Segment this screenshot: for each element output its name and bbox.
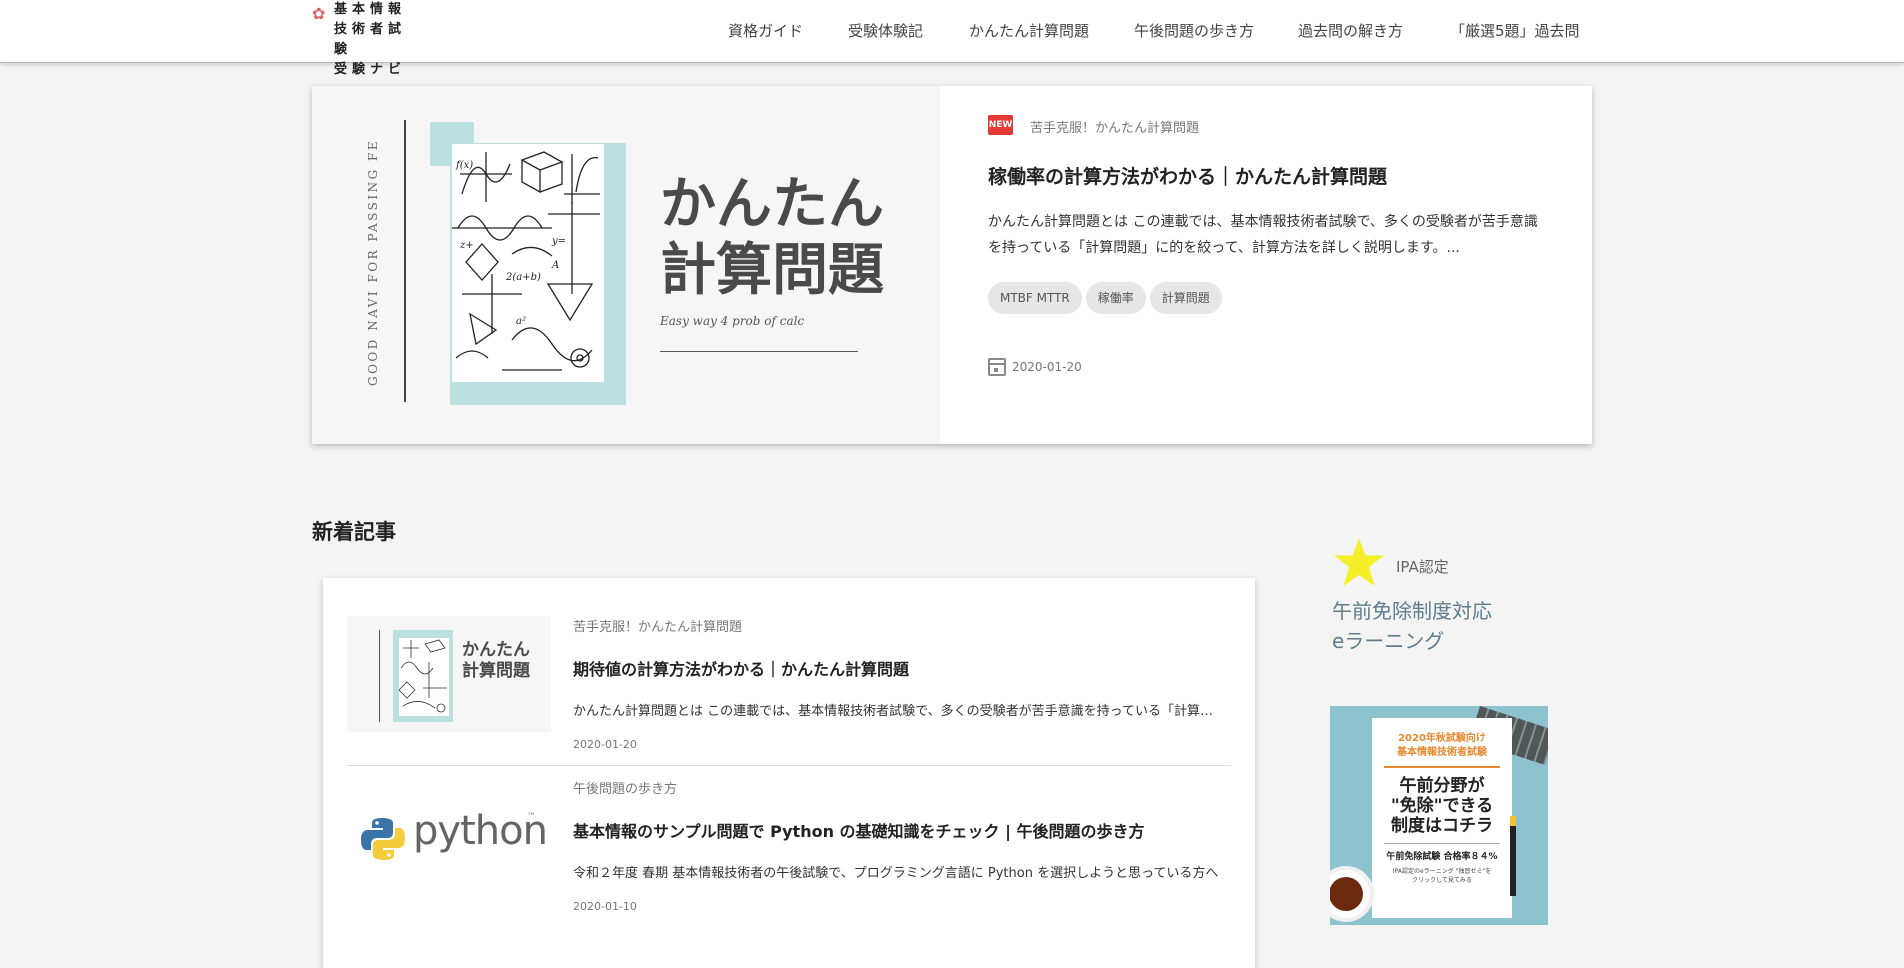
calendar-icon [988, 358, 1006, 376]
nav-item-experience[interactable]: 受験体験記 [848, 20, 923, 41]
svg-text:A: A [551, 260, 559, 271]
list-item[interactable]: python ™ 午後問題の歩き方 基本情報のサンプル問題で Python の基… [347, 778, 1231, 928]
math-sketch-image: f(x) y= 2(a+b) z+ a² A [452, 144, 604, 382]
nav-item-past-exams[interactable]: 過去問の解き方 [1298, 20, 1403, 41]
math-sketch-image [399, 638, 449, 716]
site-logo[interactable]: ✿ 基本情報 技術者試験 受験ナビ [312, 0, 422, 77]
nav-item-selected5[interactable]: 「厳選5題」過去問 [1450, 20, 1580, 41]
sidebar-heading: 午前免除制度対応 eラーニング [1332, 599, 1492, 653]
featured-tags: MTBF MTTR 稼働率 計算問題 [988, 282, 1222, 314]
python-logo-icon [361, 818, 405, 860]
ad-cta-text: IPA認定のeラーニング "独習ゼミ"を クリックして見てみる [1392, 868, 1492, 884]
thumbnail-divider [379, 630, 380, 722]
ad-pass-rate: 午前免除試験 合格率８４% [1386, 852, 1498, 862]
trademark-symbol: ™ [527, 812, 536, 822]
nav-item-calc[interactable]: かんたん計算問題 [969, 20, 1089, 41]
svg-text:y=: y= [551, 236, 566, 247]
nav-item-afternoon[interactable]: 午後問題の歩き方 [1134, 20, 1254, 41]
article-title[interactable]: 基本情報のサンプル問題で Python の基礎知識をチェック | 午後問題の歩き… [573, 818, 1145, 842]
article-date: 2020-01-20 [573, 738, 637, 751]
tag-calc-problems[interactable]: 計算問題 [1149, 282, 1222, 314]
ad-paper: 2020年秋試験向け 基本情報技術者試験 午前分野が "免除"できる 制度はコチ… [1372, 718, 1512, 918]
ipa-certified-label: IPA認定 [1396, 558, 1449, 576]
article-excerpt: かんたん計算問題とは この連載では、基本情報技術者試験で、多くの受験者が苦手意識… [573, 704, 1223, 719]
article-category[interactable]: 午後問題の歩き方 [573, 778, 677, 797]
thumbnail-rule [660, 351, 858, 352]
site-header: ✿ 基本情報 技術者試験 受験ナビ 資格ガイド 受験体験記 かんたん計算問題 午… [0, 0, 1904, 77]
ad-rule [1384, 766, 1500, 768]
ad-headline: 午前分野が "免除"できる 制度はコチラ [1390, 776, 1494, 836]
coffee-cup-image [1330, 866, 1374, 922]
ad-top-text: 2020年秋試験向け 基本情報技術者試験 [1397, 733, 1487, 758]
featured-thumbnail[interactable]: GOOD NAVI FOR PASSING FE f(x) y= 2(a+b) … [312, 86, 940, 444]
nav-item-guide[interactable]: 資格ガイド [728, 20, 803, 41]
svg-text:z+: z+ [459, 240, 474, 251]
article-category[interactable]: 苦手克服！かんたん計算問題 [573, 616, 742, 635]
thumbnail-title: かんたん 計算問題 [660, 172, 884, 303]
thumbnail-divider [404, 120, 406, 402]
article-thumbnail[interactable]: python ™ [347, 778, 551, 894]
sakura-icon: ✿ [312, 4, 326, 23]
svg-text:f(x): f(x) [455, 160, 473, 171]
tag-availability[interactable]: 稼働率 [1085, 282, 1146, 314]
article-title[interactable]: 期待値の計算方法がわかる｜かんたん計算問題 [573, 656, 909, 680]
star-icon [1334, 538, 1384, 586]
featured-excerpt: かんたん計算問題とは この連載では、基本情報技術者試験で、多くの受験者が苦手意識… [988, 214, 1538, 256]
ad-rule [1384, 843, 1500, 844]
featured-category[interactable]: 苦手克服！かんたん計算問題 [1030, 117, 1199, 136]
featured-title[interactable]: 稼働率の計算方法がわかる｜かんたん計算問題 [988, 162, 1387, 189]
svg-text:2(a+b): 2(a+b) [505, 272, 541, 283]
list-item[interactable]: かんたん 計算問題 苦手克服！かんたん計算問題 期待値の計算方法がわかる｜かんた… [347, 616, 1231, 766]
new-articles-list: かんたん 計算問題 苦手克服！かんたん計算問題 期待値の計算方法がわかる｜かんた… [323, 578, 1255, 968]
article-thumbnail[interactable]: かんたん 計算問題 [347, 616, 551, 732]
featured-article[interactable]: GOOD NAVI FOR PASSING FE f(x) y= 2(a+b) … [312, 86, 1592, 444]
article-excerpt: 令和２年度 春期 基本情報技術者の午後試験で、プログラミング言語に Python… [573, 866, 1219, 881]
logo-text: 基本情報 技術者試験 受験ナビ [334, 2, 407, 77]
thumbnail-vertical-text: GOOD NAVI FOR PASSING FE [366, 138, 380, 386]
elearning-ad-banner[interactable]: 2020年秋試験向け 基本情報技術者試験 午前分野が "免除"できる 制度はコチ… [1330, 706, 1548, 925]
new-articles-heading: 新着記事 [312, 520, 396, 544]
pen-image [1510, 816, 1516, 896]
tag-mtbf-mttr[interactable]: MTBF MTTR [988, 282, 1082, 314]
svg-text:a²: a² [516, 316, 526, 327]
article-date: 2020-01-10 [573, 900, 637, 913]
thumbnail-subtitle: Easy way 4 prob of calc [660, 314, 805, 328]
featured-date-row: 2020-01-20 [988, 358, 1082, 376]
new-badge: NEW [988, 115, 1013, 135]
featured-date: 2020-01-20 [1012, 360, 1082, 374]
thumbnail-title: かんたん 計算問題 [462, 640, 530, 681]
